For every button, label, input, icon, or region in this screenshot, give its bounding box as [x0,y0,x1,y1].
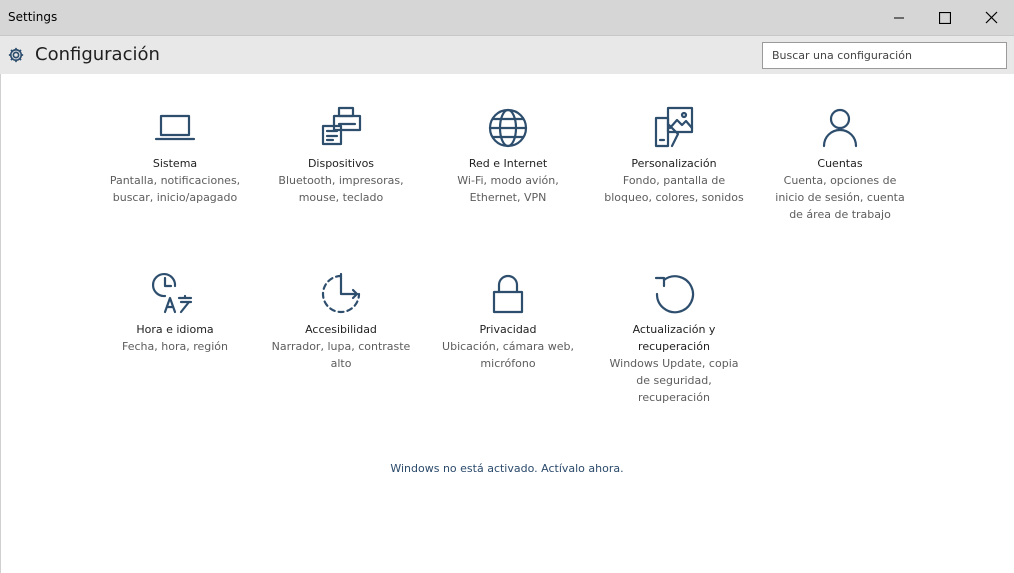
category-accounts[interactable]: Cuentas Cuenta, opciones de inicio de se… [770,104,910,223]
minimize-button[interactable] [876,0,922,35]
search-input[interactable] [762,42,1007,69]
maximize-icon [939,11,951,24]
window-title: Settings [8,10,58,24]
person-icon [822,108,858,148]
category-label: Personalización [631,157,717,170]
ease-of-access-icon [321,272,361,314]
category-label: Actualización y recuperación [632,323,716,353]
maximize-button[interactable] [922,0,968,35]
category-update-recovery[interactable]: Actualización y recuperación Windows Upd… [604,270,744,406]
time-language-icon [151,272,193,314]
divider [0,74,1,573]
personalization-icon [654,106,694,148]
laptop-icon [154,114,196,141]
category-devices[interactable]: Dispositivos Bluetooth, impresoras, mous… [271,104,411,206]
category-personalization[interactable]: Personalización Fondo, pantalla de bloqu… [604,104,744,206]
activation-link[interactable]: Windows no está activado. Actívalo ahora… [0,462,1014,475]
lock-icon [492,274,524,314]
update-icon [654,275,695,314]
category-description: Cuenta, opciones de inicio de sesión, cu… [775,174,905,221]
gear-icon [8,47,24,63]
minimize-icon [894,17,904,18]
close-icon [985,11,997,24]
category-description: Windows Update, copia de seguridad, recu… [609,357,739,404]
close-button[interactable] [968,0,1014,35]
category-description: Narrador, lupa, contraste alto [271,340,411,370]
category-time-language[interactable]: Hora e idioma Fecha, hora, región [105,270,245,355]
category-label: Sistema [152,157,198,170]
globe-icon [488,108,528,148]
devices-icon [321,106,362,146]
category-description: Bluetooth, impresoras, mouse, teclado [278,174,404,204]
category-description: Ubicación, cámara web, micrófono [442,340,574,370]
title-bar: Settings [0,0,1014,36]
category-label: Hora e idioma [136,323,214,336]
category-ease-of-access[interactable]: Accesibilidad Narrador, lupa, contraste … [271,270,411,372]
category-privacy[interactable]: Privacidad Ubicación, cámara web, micróf… [438,270,578,372]
category-description: Fondo, pantalla de bloqueo, colores, son… [604,174,744,204]
category-label: Red e Internet [468,157,548,170]
category-network[interactable]: Red e Internet Wi-Fi, modo avión, Ethern… [438,104,578,206]
category-description: Pantalla, notificaciones, buscar, inicio… [109,174,241,204]
category-label: Accesibilidad [305,323,377,336]
category-system[interactable]: Sistema Pantalla, notificaciones, buscar… [105,104,245,206]
category-label: Privacidad [479,323,537,336]
category-label: Cuentas [817,157,863,170]
category-description: Wi-Fi, modo avión, Ethernet, VPN [457,174,559,204]
category-label: Dispositivos [307,157,375,170]
page-title: Configuración [35,44,160,65]
category-description: Fecha, hora, región [122,340,228,353]
